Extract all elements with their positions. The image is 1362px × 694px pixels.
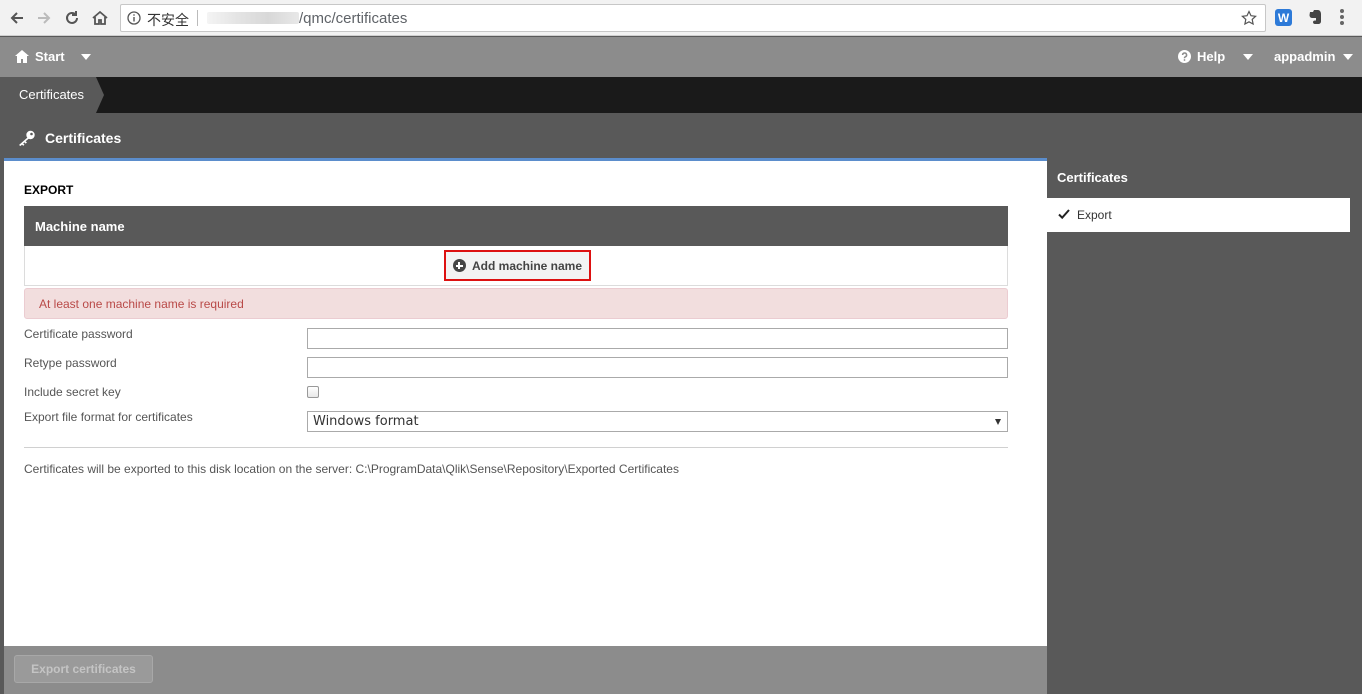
home-icon: [15, 50, 29, 63]
user-label: appadmin: [1274, 49, 1336, 64]
home-button[interactable]: [88, 6, 112, 30]
browser-toolbar: 不安全 /qmc/certificates W: [0, 0, 1362, 36]
chevron-down-icon: [80, 53, 91, 60]
bookmark-star-icon[interactable]: [1241, 10, 1257, 26]
properties-panel: Certificates Export: [1047, 158, 1362, 694]
export-format-label: Export file format for certificates: [24, 410, 193, 424]
key-icon: [19, 130, 35, 146]
chevron-down-icon: [1343, 53, 1354, 60]
home-icon: [92, 10, 108, 25]
dropdown-arrow-icon: [995, 419, 1001, 425]
evernote-extension-icon[interactable]: [1306, 8, 1324, 26]
app-header: Start Help appadmin: [0, 37, 1362, 77]
forward-button[interactable]: [32, 6, 56, 30]
page-title-bar: Certificates: [4, 118, 1047, 158]
panel-title: Certificates: [1057, 170, 1128, 185]
info-icon: [127, 11, 141, 25]
export-location-info: Certificates will be exported to this di…: [24, 462, 679, 476]
plus-circle-icon: [452, 259, 466, 272]
breadcrumb-item-certificates[interactable]: Certificates: [0, 77, 104, 113]
panel-item-label: Export: [1077, 208, 1112, 222]
certificate-password-input[interactable]: [307, 328, 1008, 349]
machine-name-header: Machine name: [24, 206, 1008, 246]
validation-error: At least one machine name is required: [24, 288, 1008, 319]
export-form: EXPORT Machine name Add machine name At …: [4, 161, 1047, 646]
export-heading: EXPORT: [24, 183, 74, 197]
include-secret-key-label: Include secret key: [24, 385, 121, 399]
retype-password-input[interactable]: [307, 357, 1008, 378]
add-machine-name-button[interactable]: Add machine name: [444, 250, 591, 281]
address-bar[interactable]: 不安全 /qmc/certificates: [120, 4, 1266, 32]
add-machine-name-label: Add machine name: [471, 258, 583, 273]
help-icon: [1178, 50, 1191, 63]
help-menu[interactable]: Help: [1178, 49, 1254, 64]
start-label: Start: [35, 49, 65, 64]
chevron-down-icon: [1243, 53, 1254, 60]
export-certificates-button[interactable]: Export certificates: [14, 655, 153, 683]
blurred-host: [207, 12, 299, 24]
address-separator: [197, 10, 198, 26]
url-path: /qmc/certificates: [299, 10, 408, 27]
panel-item-export[interactable]: Export: [1047, 198, 1350, 232]
divider: [24, 447, 1008, 448]
reload-button[interactable]: [60, 6, 84, 30]
export-format-value: Windows format: [313, 414, 419, 429]
action-bar: Export certificates: [4, 646, 1047, 694]
machine-name-list: Add machine name: [24, 246, 1008, 286]
user-menu[interactable]: appadmin: [1274, 49, 1354, 64]
arrow-right-icon: [38, 12, 51, 24]
start-menu[interactable]: Start: [15, 49, 91, 64]
browser-menu-icon[interactable]: [1340, 9, 1344, 27]
insecure-label: 不安全: [147, 13, 189, 29]
breadcrumb: Certificates: [0, 77, 1362, 113]
retype-password-label: Retype password: [24, 356, 117, 370]
include-secret-key-checkbox[interactable]: [307, 386, 319, 398]
w-extension-icon[interactable]: W: [1275, 9, 1292, 26]
page-title: Certificates: [45, 130, 122, 146]
certificate-password-label: Certificate password: [24, 327, 133, 341]
reload-icon: [66, 11, 78, 24]
help-label: Help: [1197, 49, 1226, 64]
export-format-select[interactable]: Windows format: [307, 411, 1008, 432]
back-button[interactable]: [5, 6, 29, 30]
arrow-left-icon: [10, 12, 23, 24]
checkmark-icon: [1058, 209, 1070, 220]
